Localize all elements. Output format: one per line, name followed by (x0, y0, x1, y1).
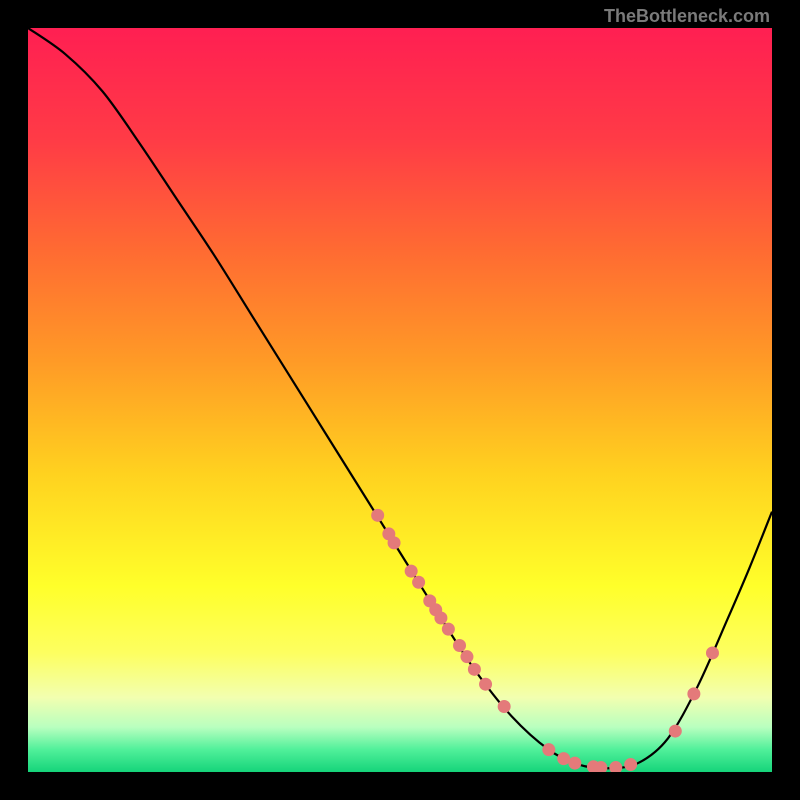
scatter-point (706, 646, 719, 659)
gradient-background (28, 28, 772, 772)
scatter-point (434, 611, 447, 624)
scatter-point (542, 743, 555, 756)
scatter-point (405, 565, 418, 578)
scatter-point (453, 639, 466, 652)
scatter-point (557, 752, 570, 765)
attribution-text: TheBottleneck.com (604, 6, 770, 27)
scatter-point (412, 576, 425, 589)
plot-svg (28, 28, 772, 772)
plot-area (28, 28, 772, 772)
scatter-point (568, 757, 581, 770)
scatter-point (468, 663, 481, 676)
scatter-point (687, 687, 700, 700)
scatter-point (388, 536, 401, 549)
scatter-point (669, 725, 682, 738)
scatter-point (624, 758, 637, 771)
scatter-point (371, 509, 384, 522)
scatter-point (479, 678, 492, 691)
scatter-point (442, 623, 455, 636)
scatter-point (498, 700, 511, 713)
chart-container: TheBottleneck.com (0, 0, 800, 800)
scatter-point (460, 650, 473, 663)
